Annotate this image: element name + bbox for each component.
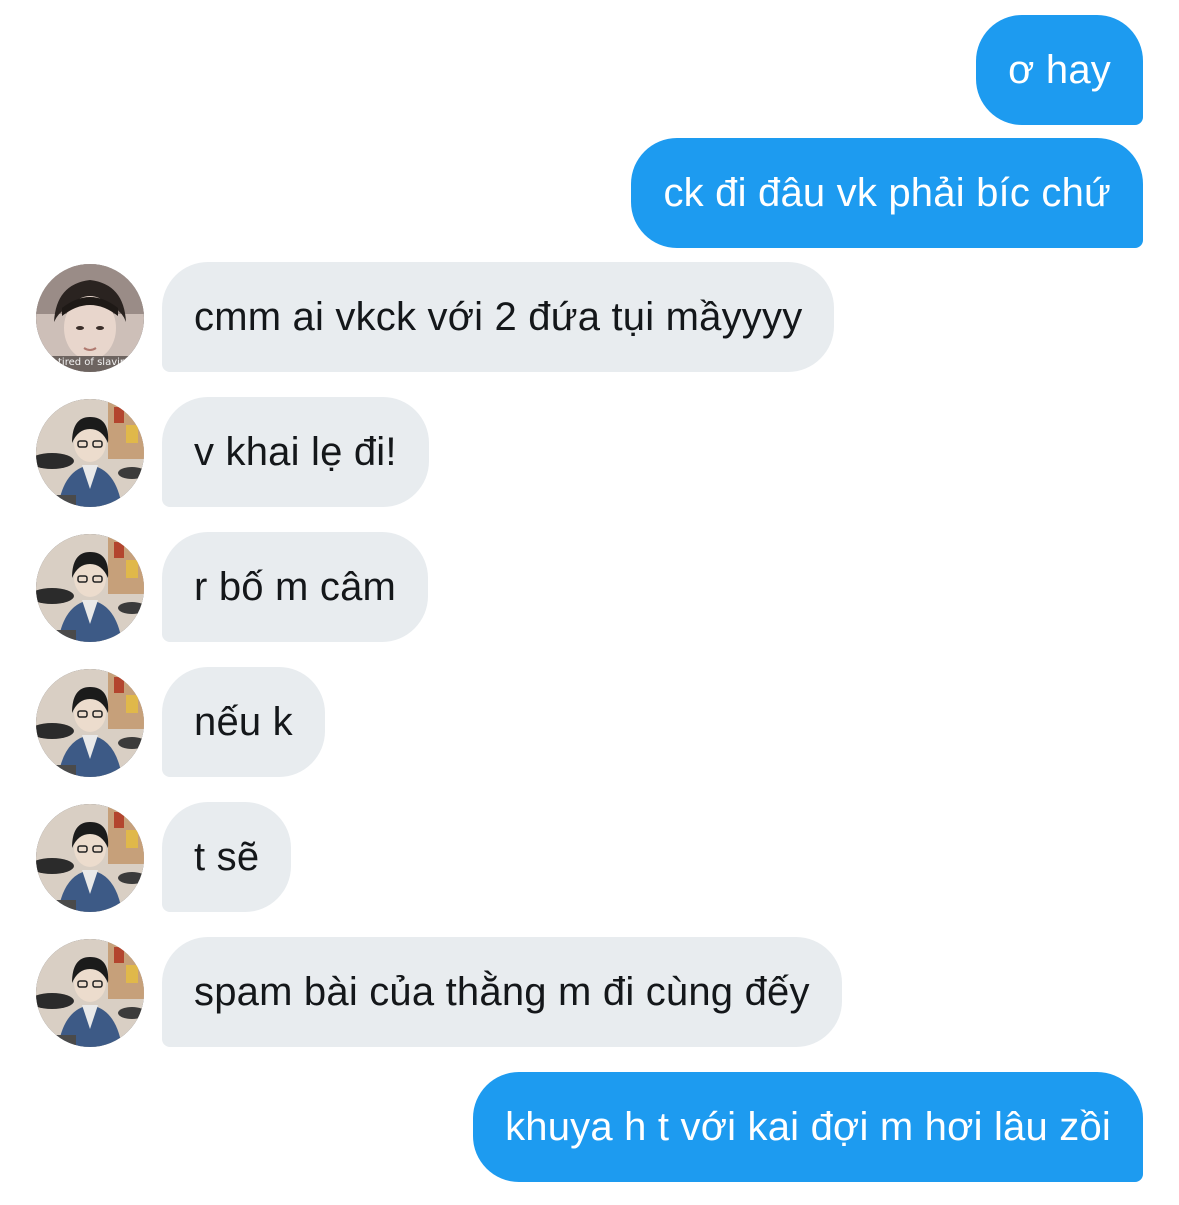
avatar[interactable]: [36, 399, 144, 507]
incoming-message-bubble[interactable]: nếu k: [162, 667, 325, 777]
message-row-incoming: spam bài của thằng m đi cùng đếy: [0, 937, 1179, 1047]
incoming-message-bubble[interactable]: cmm ai vkck với 2 đứa tụi mầyyyy: [162, 262, 835, 372]
message-row-incoming: r bố m câm: [0, 532, 1179, 642]
avatar-photo-2-icon: [36, 804, 144, 912]
avatar-photo-2-icon: [36, 939, 144, 1047]
avatar-photo-1-icon: [36, 264, 144, 372]
avatar[interactable]: [36, 939, 144, 1047]
incoming-message-bubble[interactable]: v khai lẹ đi!: [162, 397, 429, 507]
message-thread: ơ hay ck đi đâu vk phải bíc chứ tired of…: [0, 0, 1179, 1205]
message-row-outgoing: khuya h t với kai đợi m hơi lâu zồi: [0, 1072, 1179, 1182]
incoming-message-bubble[interactable]: t sẽ: [162, 802, 292, 912]
avatar-photo-2-icon: [36, 534, 144, 642]
outgoing-message-bubble[interactable]: ck đi đâu vk phải bíc chứ: [631, 138, 1143, 248]
message-row-incoming: v khai lẹ đi!: [0, 397, 1179, 507]
avatar-photo-2-icon: [36, 669, 144, 777]
message-row-incoming: t sẽ: [0, 802, 1179, 912]
outgoing-message-bubble[interactable]: khuya h t với kai đợi m hơi lâu zồi: [473, 1072, 1143, 1182]
message-row-incoming: tired of slaving cmm ai vkck với 2 đứa t…: [0, 262, 1179, 372]
avatar[interactable]: [36, 534, 144, 642]
outgoing-message-bubble[interactable]: ơ hay: [976, 15, 1143, 125]
avatar[interactable]: tired of slaving: [36, 264, 144, 372]
avatar[interactable]: [36, 669, 144, 777]
avatar-photo-2-icon: [36, 399, 144, 507]
message-row-outgoing: ck đi đâu vk phải bíc chứ: [0, 138, 1179, 248]
avatar[interactable]: [36, 804, 144, 912]
incoming-message-bubble[interactable]: r bố m câm: [162, 532, 429, 642]
avatar-caption: tired of slaving: [58, 357, 133, 368]
message-row-outgoing: ơ hay: [0, 15, 1179, 125]
incoming-message-bubble[interactable]: spam bài của thằng m đi cùng đếy: [162, 937, 842, 1047]
message-row-incoming: nếu k: [0, 667, 1179, 777]
